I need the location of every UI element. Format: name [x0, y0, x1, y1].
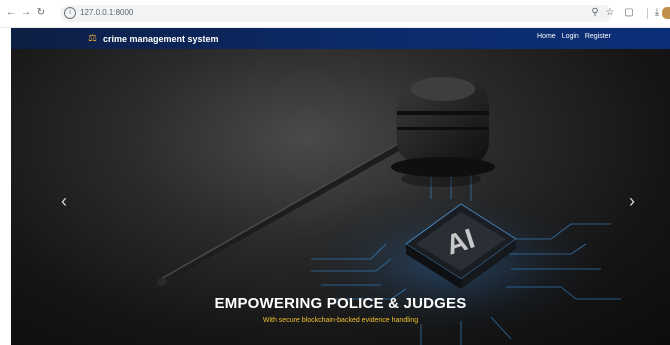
- chevron-right-icon[interactable]: ›: [623, 189, 641, 213]
- forward-arrow-icon[interactable]: →: [19, 6, 33, 20]
- hero-title: EMPOWERING POLICE & JUDGES: [214, 295, 467, 312]
- browser-toolbar: ← → ↻ i 127.0.0.1:8000 ⚲ ☆ ▢ ⤓: [0, 0, 670, 28]
- nav-links: Home Login Register: [537, 33, 611, 40]
- nav-link-register[interactable]: Register: [585, 33, 611, 40]
- brand-name: crime management system: [103, 33, 219, 44]
- site-navbar: ⚖ crime management system Home Login Reg…: [11, 28, 670, 49]
- hero-subtitle: With secure blockchain-backed evidence h…: [262, 317, 419, 324]
- scales-icon: ⚖: [88, 32, 97, 44]
- chevron-left-icon[interactable]: ‹: [55, 189, 73, 213]
- back-arrow-icon[interactable]: ←: [4, 6, 18, 20]
- extensions-icon[interactable]: ▢: [622, 6, 636, 20]
- brand[interactable]: ⚖ crime management system: [88, 32, 219, 45]
- url-text: 127.0.0.1:8000: [80, 8, 134, 17]
- hero-carousel: AI ‹ › EMPOWERING POLICE & JUDGES With s…: [11, 49, 670, 345]
- bookmark-star-icon[interactable]: ☆: [603, 6, 617, 20]
- nav-link-home[interactable]: Home: [537, 33, 556, 40]
- address-bar[interactable]: i 127.0.0.1:8000: [60, 5, 612, 22]
- toolbar-divider: [647, 8, 648, 19]
- reload-icon[interactable]: ↻: [34, 6, 48, 20]
- site-info-icon[interactable]: i: [64, 7, 76, 19]
- zoom-icon[interactable]: ⚲: [588, 6, 602, 20]
- profile-avatar[interactable]: [662, 7, 670, 19]
- nav-link-login[interactable]: Login: [562, 33, 579, 40]
